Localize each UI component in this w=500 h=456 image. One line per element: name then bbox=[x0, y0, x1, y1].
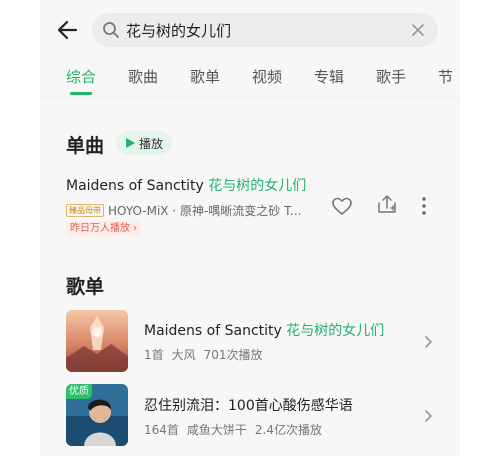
download-icon[interactable] bbox=[375, 194, 399, 218]
play-all-label: 播放 bbox=[139, 137, 164, 151]
playlist-meta: 164首 咸鱼大饼干 2.4亿次播放 bbox=[144, 421, 330, 438]
heart-icon[interactable] bbox=[330, 194, 354, 218]
search-input[interactable] bbox=[126, 13, 396, 47]
active-tab-indicator bbox=[70, 92, 92, 95]
search-bar-row bbox=[40, 10, 460, 50]
playlist-author: 大风 bbox=[171, 348, 196, 362]
tab-songs[interactable]: 歌曲 bbox=[128, 66, 158, 87]
playlist-count: 164首 bbox=[144, 423, 179, 437]
tab-all[interactable]: 综合 bbox=[66, 66, 96, 87]
playlist-title-en: Maidens of Sanctity bbox=[144, 323, 287, 339]
result-tabs: 综合 歌曲 歌单 视频 专辑 歌手 节 bbox=[40, 60, 460, 100]
playlist-title[interactable]: 忍住别流泪：100首心酸伤感华语 bbox=[144, 395, 353, 415]
tab-playlists[interactable]: 歌单 bbox=[190, 66, 220, 87]
playlist-plays: 701次播放 bbox=[203, 348, 263, 362]
back-arrow-icon[interactable] bbox=[54, 16, 82, 44]
songs-section-title: 单曲 bbox=[66, 135, 105, 157]
song-title-highlight: 花与树的女儿们 bbox=[208, 178, 307, 194]
more-icon[interactable] bbox=[412, 194, 436, 218]
song-artist-album: HOYO-MiX · 原神-喁晰流变之砂 T... bbox=[108, 204, 302, 218]
quality-badge: 臻品母带 bbox=[66, 204, 104, 217]
playlist-author: 咸鱼大饼干 bbox=[186, 423, 247, 437]
song-title[interactable]: Maidens of Sanctity 花与树的女儿们 bbox=[66, 175, 306, 195]
tab-videos[interactable]: 视频 bbox=[252, 66, 282, 87]
quality-corner-badge: 优质 bbox=[66, 384, 92, 399]
playlist-count: 1首 bbox=[144, 348, 164, 362]
search-box[interactable] bbox=[92, 13, 438, 47]
playlist-plays: 2.4亿次播放 bbox=[254, 423, 323, 437]
playlist-title-highlight: 花与树的女儿们 bbox=[286, 323, 385, 339]
tab-artists[interactable]: 歌手 bbox=[376, 66, 406, 87]
chevron-right-icon[interactable] bbox=[422, 408, 434, 422]
tab-albums[interactable]: 专辑 bbox=[314, 66, 344, 87]
playlist-cover[interactable]: 优质 bbox=[66, 384, 128, 446]
clear-icon[interactable] bbox=[410, 22, 426, 38]
song-meta: 臻品母带 HOYO-MiX · 原神-喁晰流变之砂 T... bbox=[66, 200, 334, 218]
search-results-screen: 综合 歌曲 歌单 视频 专辑 歌手 节 单曲 播放 Maidens of San… bbox=[40, 0, 460, 456]
song-title-en: Maidens of Sanctity bbox=[66, 178, 209, 194]
playlist-cover[interactable] bbox=[66, 310, 128, 372]
play-icon bbox=[126, 138, 135, 148]
playlist-title[interactable]: Maidens of Sanctity 花与树的女儿们 bbox=[144, 320, 384, 340]
playlists-section-title: 歌单 bbox=[66, 276, 105, 298]
play-all-button[interactable]: 播放 bbox=[116, 131, 172, 155]
chevron-right-icon[interactable] bbox=[422, 334, 434, 348]
tab-programs[interactable]: 节 bbox=[438, 66, 453, 87]
search-icon bbox=[102, 21, 120, 39]
rank-tag[interactable]: 昨日万人播放 › bbox=[66, 221, 142, 237]
playlist-meta: 1首 大风 701次播放 bbox=[144, 346, 271, 363]
divider bbox=[40, 97, 460, 98]
